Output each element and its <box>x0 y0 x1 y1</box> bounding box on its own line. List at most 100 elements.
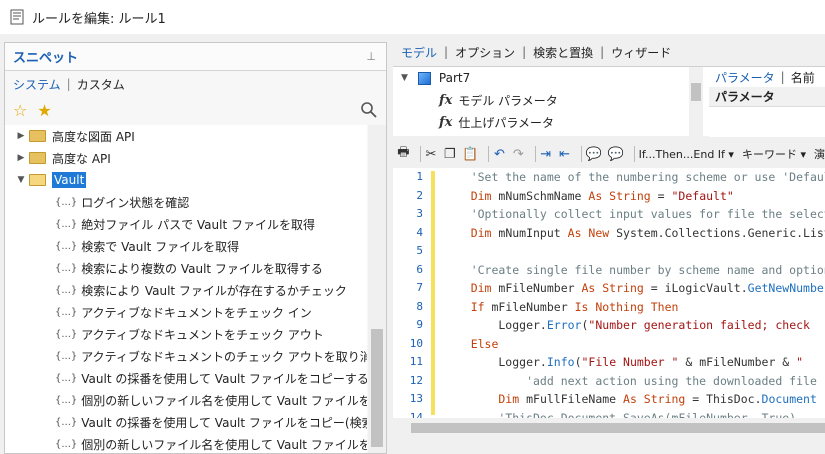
model-scrollbar[interactable] <box>689 67 703 137</box>
code-line[interactable]: Dim mFileNumber As String = iLogicVault.… <box>443 279 825 298</box>
code-lines[interactable]: 'Set the name of the numbering scheme or… <box>443 168 825 418</box>
code-line[interactable]: Logger.Error("Number generation failed; … <box>443 316 825 335</box>
code-line[interactable]: Logger.Info("File Number " & mFileNumber… <box>443 353 825 372</box>
if-then-dropdown[interactable]: If...Then...End If ▾ <box>639 148 734 161</box>
snippet-item[interactable]: {...} Vault の採番を使用して Vault ファイルをコピーする <box>5 367 367 389</box>
code-line[interactable]: Dim mFullFileName As String = ThisDoc.Do… <box>443 390 825 409</box>
chevron-down-icon[interactable]: ▼ <box>13 175 29 185</box>
outdent-icon[interactable]: ⇤ <box>558 145 571 163</box>
print-icon[interactable]: 🖶 <box>397 145 410 163</box>
code-line[interactable]: 'Set the name of the numbering scheme or… <box>443 168 825 187</box>
snippet-item[interactable]: {...} 絶対ファイル パスで Vault ファイルを取得 <box>5 213 367 235</box>
tab-custom[interactable]: カスタム <box>77 76 125 93</box>
parameters-column-header[interactable]: パラメータ <box>709 87 825 107</box>
snippet-label: Vault の採番を使用して Vault ファイルをコピー(検索)する <box>81 415 367 430</box>
tab-parameters[interactable]: パラメータ <box>715 69 775 86</box>
tab-model[interactable]: モデル <box>401 44 437 61</box>
tab-names[interactable]: 名前 <box>791 69 815 86</box>
code-token: mFullFileName <box>526 392 624 406</box>
line-number: 3 <box>416 207 423 220</box>
favorite-star-icon[interactable]: ☆ <box>13 101 27 120</box>
snippet-item[interactable]: {...} アクティブなドキュメントのチェック アウトを取り消し <box>5 345 367 367</box>
operator-dropdown[interactable]: 演 <box>814 146 825 162</box>
code-token: = iLogicVault. <box>643 281 748 295</box>
code-token: & mFileNumber & <box>678 355 797 369</box>
if-then-label: If...Then...End If <box>638 147 725 161</box>
snippet-item[interactable]: {...} アクティブなドキュメントをチェック アウト <box>5 323 367 345</box>
snippet-item[interactable]: {...} 検索で Vault ファイルを取得 <box>5 235 367 257</box>
snippets-title: スニペット <box>13 51 79 66</box>
snippet-scrollbar[interactable] <box>368 125 386 453</box>
snippet-item[interactable]: {...}個別の新しいファイル名を使用して Vault ファイルをコピー(検索 <box>5 433 367 453</box>
editor-panel: モデル | オプション | 検索と置換 | ウィザード ▼ Part7 fx モ… <box>393 42 825 454</box>
add-favorite-star-icon[interactable]: ★ <box>37 101 51 120</box>
model-item-label: モデル パラメータ <box>458 93 558 108</box>
code-line[interactable]: If mFileNumber Is Nothing Then <box>443 298 825 317</box>
line-number: 10 <box>409 336 423 350</box>
tab-options[interactable]: オプション <box>455 44 515 61</box>
code-token: Dim <box>443 281 499 295</box>
line-number-gutter: 1 2 3 4 5 6 7 8 9 10 11 12 13 14 <box>393 168 429 418</box>
keyword-dropdown[interactable]: キーワード ▾ <box>742 146 806 162</box>
tab-system[interactable]: システム <box>13 76 61 93</box>
code-line[interactable]: Dim mNumSchmName As String = "Default" <box>443 187 825 206</box>
chevron-right-icon[interactable]: ▶ <box>13 153 29 163</box>
pin-icon[interactable]: ⊥ <box>366 50 376 63</box>
parameters-panel: パラメータ | 名前 パラメータ <box>709 67 825 137</box>
code-editor[interactable]: 1 2 3 4 5 6 7 8 9 10 11 12 13 14 'Set the name of the… <box>393 168 825 418</box>
snippet-folder[interactable]: ▼ Vault <box>5 169 367 191</box>
scrollbar-thumb[interactable] <box>411 423 825 433</box>
cut-icon[interactable]: ✂ <box>424 145 437 163</box>
snippet-label: 検索で Vault ファイルを取得 <box>81 239 240 254</box>
code-token: Is Nothing Then <box>574 299 679 314</box>
rules-icon <box>10 9 24 25</box>
scrollbar-thumb[interactable] <box>371 329 383 447</box>
code-token: As String <box>588 188 651 203</box>
copy-icon[interactable]: ❐ <box>443 145 456 163</box>
code-token: Dim <box>443 392 527 406</box>
tab-wizard[interactable]: ウィザード <box>611 44 671 61</box>
snippet-item[interactable]: {...} 検索により Vault ファイルが存在するかチェック <box>5 279 367 301</box>
tab-separator: | <box>780 70 785 84</box>
snippet-item[interactable]: {...}個別の新しいファイル名を使用して Vault ファイルをコピーする <box>5 389 367 411</box>
search-icon[interactable] <box>360 101 378 119</box>
snippet-folder[interactable]: ▶ 高度な図面 API <box>5 125 367 147</box>
code-token: If <box>443 299 492 314</box>
code-horizontal-scrollbar[interactable] <box>393 420 825 436</box>
snippet-item[interactable]: {...} アクティブなドキュメントをチェック イン <box>5 301 367 323</box>
model-tree-item-part[interactable]: ▼ Part7 <box>393 67 689 89</box>
tab-separator: | <box>600 45 605 59</box>
snippet-folder-label: 高度な図面 API <box>52 129 135 144</box>
line-number: 2 <box>416 188 423 202</box>
window-title: ルールを編集: ルール1 <box>32 11 166 27</box>
tab-separator: | <box>522 45 527 59</box>
snippet-folder[interactable]: ▶ 高度な API <box>5 147 367 169</box>
comment-icon[interactable]: 💬 <box>586 145 602 163</box>
code-line[interactable]: 'Create single file number by scheme nam… <box>443 261 825 280</box>
model-tree-item-model-params[interactable]: fx モデル パラメータ <box>393 89 689 111</box>
paste-icon[interactable]: 📋 <box>462 145 478 163</box>
tab-search-replace[interactable]: 検索と置換 <box>533 44 593 61</box>
snippet-item[interactable]: {...}Vault の採番を使用して Vault ファイルをコピー(検索)する <box>5 411 367 433</box>
code-line[interactable]: 'ThisDoc.Document.SaveAs(mFileNumber, Tr… <box>443 409 825 419</box>
code-token: Error <box>546 318 582 332</box>
redo-icon[interactable]: ↷ <box>512 145 525 163</box>
code-line[interactable]: Else <box>443 335 825 354</box>
code-line[interactable]: 'Optionally collect input values for fil… <box>443 205 825 224</box>
indent-icon[interactable]: ⇥ <box>539 145 552 163</box>
fx-icon: fx <box>439 92 453 108</box>
chevron-down-icon[interactable]: ▼ <box>401 73 408 83</box>
model-tree-item-finish-params[interactable]: fx 仕上げパラメータ <box>393 111 689 133</box>
code-line[interactable] <box>443 242 825 261</box>
code-token: mNumInput <box>498 225 568 240</box>
code-line[interactable]: Dim mNumInput As New System.Collections.… <box>443 224 825 243</box>
uncomment-icon[interactable]: 💬 <box>608 145 624 163</box>
chevron-right-icon[interactable]: ▶ <box>13 131 29 141</box>
scrollbar-thumb[interactable] <box>691 83 701 101</box>
code-token: 'Create single file number by scheme nam… <box>470 262 825 277</box>
snippet-item[interactable]: {...} ログイン状態を確認 <box>5 191 367 213</box>
code-token: " <box>796 355 810 369</box>
code-line[interactable]: 'add next action using the downloaded fi… <box>443 372 825 391</box>
snippet-item[interactable]: {...} 検索により複数の Vault ファイルを取得する <box>5 257 367 279</box>
undo-icon[interactable]: ↶ <box>493 145 506 163</box>
